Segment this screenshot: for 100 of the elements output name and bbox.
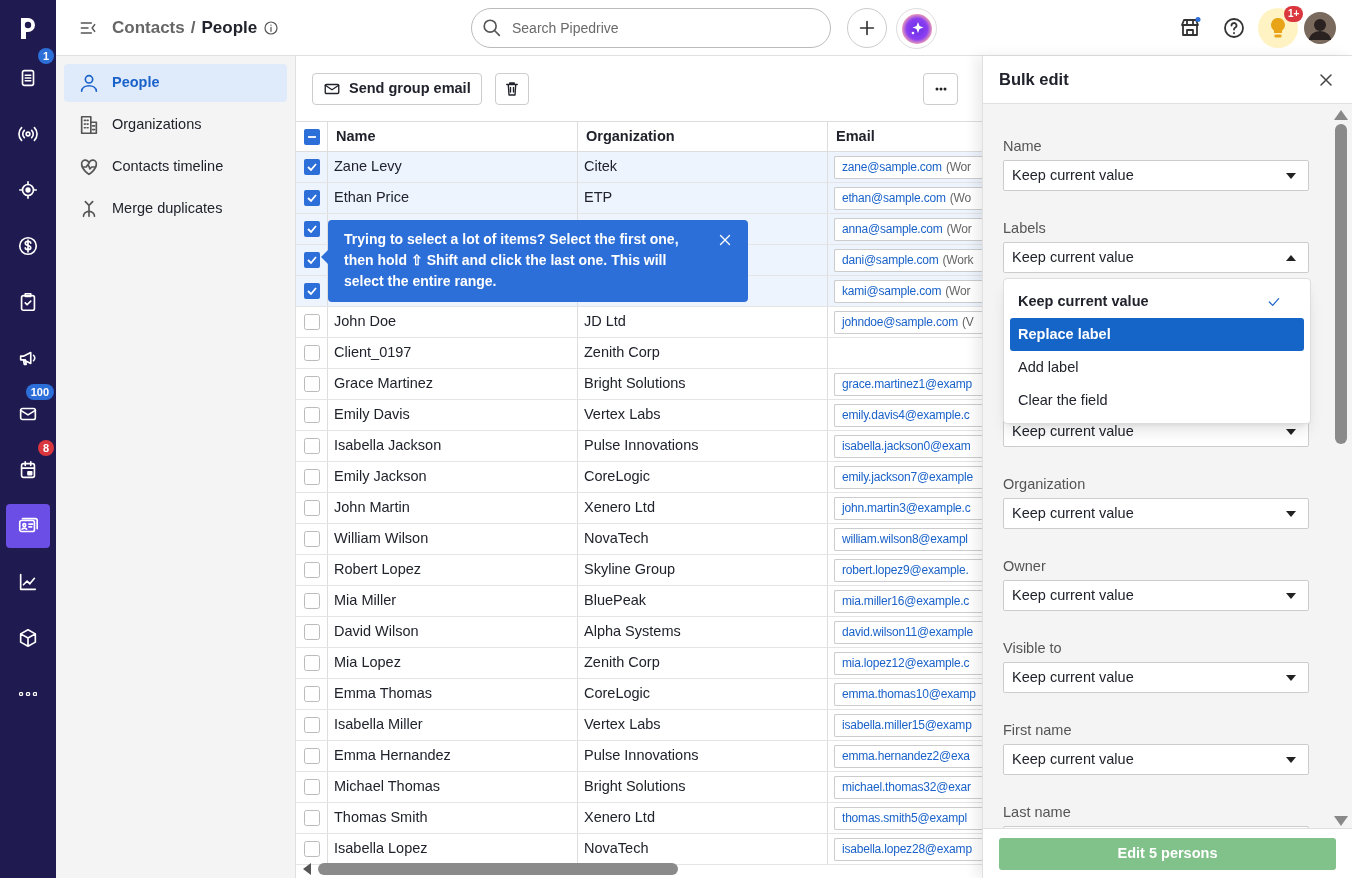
email-link[interactable]: kami@sample.com — [842, 282, 942, 300]
email-chip[interactable]: johndoe@sample.com (V — [834, 310, 982, 334]
sidebar-item[interactable]: Contacts timeline — [64, 148, 287, 186]
scroll-left-icon[interactable] — [302, 862, 312, 875]
checkbox[interactable] — [303, 283, 320, 299]
avatar[interactable] — [1304, 12, 1336, 44]
email-link[interactable]: emma.thomas10@examp — [842, 685, 976, 703]
checkbox[interactable] — [303, 190, 320, 206]
email-chip[interactable]: john.martin3@example.c — [834, 496, 982, 520]
email-chip[interactable]: emma.hernandez2@exa — [834, 744, 982, 768]
dropdown[interactable]: Keep current value — [1003, 498, 1309, 529]
checkbox[interactable] — [303, 438, 320, 454]
email-link[interactable]: zane@sample.com — [842, 158, 942, 176]
checkbox[interactable] — [303, 314, 320, 330]
checkbox[interactable] — [303, 128, 320, 145]
email-link[interactable]: robert.lopez9@example. — [842, 561, 969, 579]
search-field[interactable]: Search Pipedrive — [471, 8, 831, 48]
dropdown[interactable]: Keep current value — [1003, 580, 1309, 611]
table-cell-text: Isabella Miller — [334, 715, 423, 735]
menu-item[interactable]: Keep current value — [1010, 285, 1304, 318]
email-link[interactable]: grace.martinez1@examp — [842, 375, 973, 393]
checkbox[interactable] — [303, 779, 320, 795]
logo-icon[interactable] — [18, 15, 38, 41]
email-chip[interactable]: isabella.jackson0@exam — [834, 434, 982, 458]
checkbox[interactable] — [303, 624, 320, 640]
sidebar-item[interactable]: Organizations — [64, 106, 287, 144]
checkbox[interactable] — [303, 376, 320, 392]
email-chip[interactable]: william.wilson8@exampl — [834, 527, 982, 551]
menu-item[interactable]: Clear the field — [1010, 384, 1304, 417]
delete-button[interactable] — [494, 72, 529, 105]
email-link[interactable]: johndoe@sample.com — [842, 313, 958, 331]
sidebar-item[interactable]: People — [64, 64, 287, 102]
checkbox[interactable] — [303, 469, 320, 485]
email-link[interactable]: william.wilson8@exampl — [842, 530, 968, 548]
checkbox[interactable] — [303, 531, 320, 547]
checkbox[interactable] — [303, 686, 320, 702]
checkbox[interactable] — [303, 252, 320, 268]
email-link[interactable]: emily.jackson7@example — [842, 468, 973, 486]
column-header[interactable]: Email — [836, 125, 875, 148]
checkbox[interactable] — [303, 407, 320, 423]
email-link[interactable]: emily.davis4@example.c — [842, 406, 970, 424]
email-link[interactable]: anna@sample.com — [842, 220, 943, 238]
tips-button[interactable] — [1258, 8, 1298, 48]
email-chip[interactable]: mia.lopez12@example.c — [834, 651, 982, 675]
email-chip[interactable]: david.wilson11@example — [834, 620, 982, 644]
email-chip[interactable]: emma.thomas10@examp — [834, 682, 982, 706]
email-chip[interactable]: grace.martinez1@examp — [834, 372, 982, 396]
email-link[interactable]: mia.lopez12@example.c — [842, 654, 970, 672]
dropdown[interactable]: Keep current value — [1003, 662, 1309, 693]
building-icon — [78, 114, 100, 136]
email-link[interactable]: david.wilson11@example — [842, 623, 973, 641]
checkbox[interactable] — [303, 841, 320, 857]
email-chip[interactable]: robert.lopez9@example. — [834, 558, 982, 582]
scrollbar-thumb[interactable] — [1335, 124, 1347, 444]
email-link[interactable]: michael.thomas32@exar — [842, 778, 971, 796]
dropdown[interactable]: Keep current value — [1003, 744, 1309, 775]
scroll-up-icon[interactable] — [1334, 110, 1348, 120]
email-chip[interactable]: michael.thomas32@exar — [834, 775, 982, 799]
dropdown[interactable]: Keep current value — [1003, 242, 1309, 273]
checkbox[interactable] — [303, 717, 320, 733]
email-chip[interactable]: zane@sample.com (Wor — [834, 155, 982, 179]
email-chip[interactable]: thomas.smith5@exampl — [834, 806, 982, 830]
checkbox[interactable] — [303, 221, 320, 237]
scroll-down-icon[interactable] — [1334, 816, 1348, 826]
menu-item[interactable]: Replace label — [1010, 318, 1304, 351]
email-chip[interactable]: kami@sample.com (Wor — [834, 279, 982, 303]
checkbox[interactable] — [303, 159, 320, 175]
checkbox[interactable] — [303, 655, 320, 671]
email-chip[interactable]: isabella.lopez28@examp — [834, 837, 982, 861]
email-chip[interactable]: emily.jackson7@example — [834, 465, 982, 489]
email-link[interactable]: isabella.miller15@examp — [842, 716, 972, 734]
email-chip[interactable]: isabella.miller15@examp — [834, 713, 982, 737]
send-group-email-button[interactable]: Send group email — [312, 72, 482, 105]
dropdown[interactable]: Keep current value — [1003, 160, 1309, 191]
email-link[interactable]: isabella.jackson0@exam — [842, 437, 971, 455]
email-chip[interactable]: ethan@sample.com (Wo — [834, 186, 982, 210]
email-link[interactable]: dani@sample.com — [842, 251, 939, 269]
checkbox[interactable] — [303, 748, 320, 764]
email-chip[interactable]: dani@sample.com (Work — [834, 248, 982, 272]
breadcrumb-link[interactable]: Contacts — [112, 14, 185, 41]
email-chip[interactable]: emily.davis4@example.c — [834, 403, 982, 427]
checkbox[interactable] — [303, 500, 320, 516]
column-header[interactable]: Name — [336, 125, 376, 148]
checkbox[interactable] — [303, 810, 320, 826]
email-link[interactable]: emma.hernandez2@exa — [842, 747, 970, 765]
table-cell-text: Emma Hernandez — [334, 746, 451, 766]
email-link[interactable]: ethan@sample.com — [842, 189, 946, 207]
email-link[interactable]: mia.miller16@example.c — [842, 592, 970, 610]
checkbox[interactable] — [303, 345, 320, 361]
checkbox[interactable] — [303, 562, 320, 578]
sidebar-item[interactable]: Merge duplicates — [64, 190, 287, 228]
column-header[interactable]: Organization — [586, 125, 675, 148]
email-link[interactable]: thomas.smith5@exampl — [842, 809, 967, 827]
email-link[interactable]: john.martin3@example.c — [842, 499, 971, 517]
email-chip[interactable]: anna@sample.com (Wor — [834, 217, 982, 241]
email-chip[interactable]: mia.miller16@example.c — [834, 589, 982, 613]
help-icon[interactable] — [1222, 16, 1246, 40]
menu-item[interactable]: Add label — [1010, 351, 1304, 384]
checkbox[interactable] — [303, 593, 320, 609]
email-link[interactable]: isabella.lopez28@examp — [842, 840, 972, 858]
